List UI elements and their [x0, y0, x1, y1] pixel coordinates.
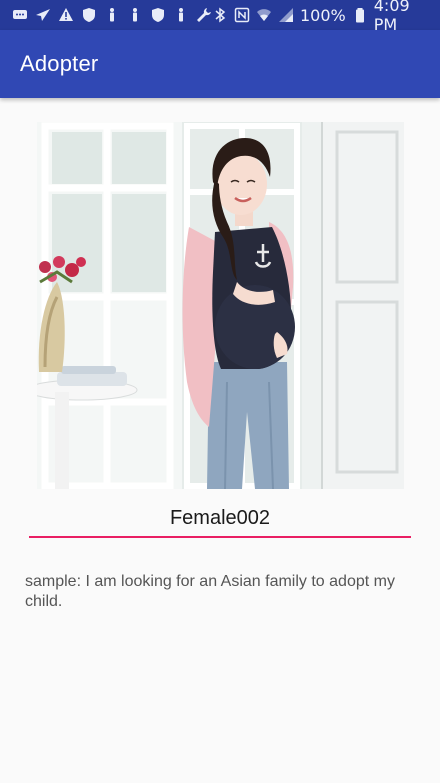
system-icons: 100% 4:09 PM	[212, 0, 432, 34]
shield-icon	[81, 7, 97, 23]
figure-icon	[104, 7, 120, 23]
bluetooth-icon	[212, 7, 228, 23]
figure-icon	[173, 7, 189, 23]
app-title: Adopter	[20, 51, 99, 76]
shield-icon	[150, 7, 166, 23]
notification-icons	[12, 7, 212, 23]
figure-icon	[127, 7, 143, 23]
clock: 4:09 PM	[373, 0, 410, 34]
battery-percent: 100%	[300, 5, 346, 25]
signal-icon	[278, 7, 294, 23]
photo-illustration	[37, 122, 404, 489]
description-text: sample: I am looking for an Asian family…	[25, 573, 395, 610]
chat-icon	[12, 7, 28, 23]
app-bar: Adopter	[0, 30, 440, 98]
name-field[interactable]: Female002	[29, 500, 411, 538]
profile-photo	[37, 122, 404, 489]
wrench-icon	[196, 7, 212, 23]
status-bar: 100% 4:09 PM	[0, 0, 440, 34]
name-text: Female002	[169, 506, 271, 529]
nfc-icon	[234, 7, 250, 23]
wifi-icon	[256, 7, 272, 23]
warning-icon	[58, 7, 74, 23]
battery-icon	[352, 7, 368, 23]
send-icon	[35, 7, 51, 23]
